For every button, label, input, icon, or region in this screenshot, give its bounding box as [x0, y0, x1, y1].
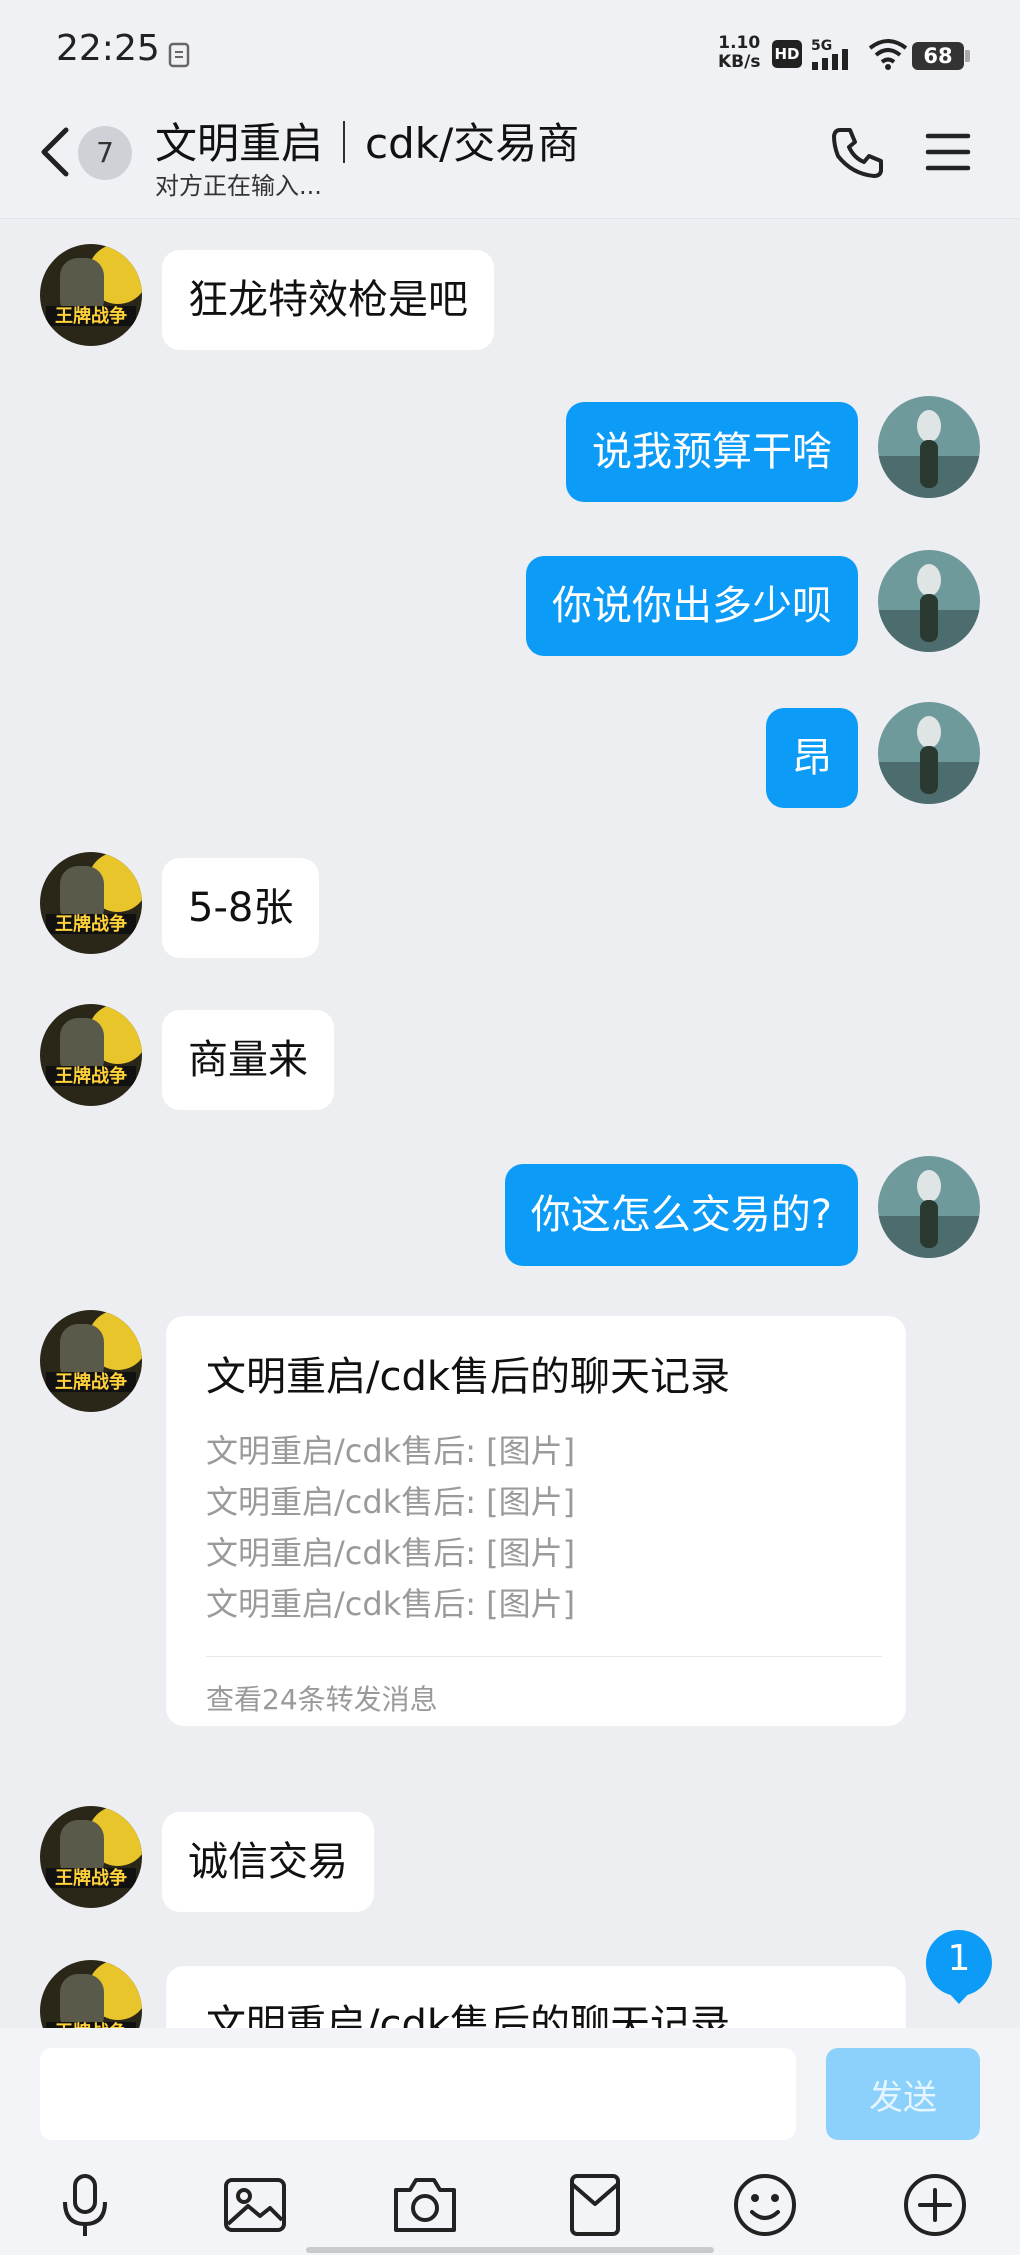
forwarded-chat-card[interactable]: 文明重启/cdk售后的聊天记录 文明重启/cdk售后: [图片] 文明重启/cd… — [166, 1316, 906, 1726]
battery-tip — [965, 50, 970, 62]
my-avatar[interactable] — [878, 396, 980, 498]
my-avatar[interactable] — [878, 1156, 980, 1258]
home-indicator[interactable] — [306, 2247, 714, 2253]
menu-icon[interactable] — [924, 130, 972, 174]
message-bubble-incoming[interactable]: 5-8张 — [162, 858, 320, 958]
chat-header: 7 文明重启｜cdk/交易商 对方正在输入... — [0, 100, 1020, 219]
svg-text:5G: 5G — [811, 38, 832, 54]
send-button[interactable]: 发送 — [826, 2048, 980, 2140]
message-input[interactable] — [40, 2048, 796, 2140]
forwarded-line: 文明重启/cdk售后: [图片] — [206, 1483, 576, 1521]
chat-title[interactable]: 文明重启｜cdk/交易商 — [155, 110, 579, 171]
status-time: 22:25 — [56, 28, 160, 69]
forwarded-line: 文明重启/cdk售后: [图片] — [206, 1585, 576, 1623]
contact-avatar[interactable]: 王牌战争 — [40, 1310, 142, 1412]
plus-icon[interactable] — [900, 2170, 970, 2240]
my-avatar[interactable] — [878, 550, 980, 652]
forwarded-card-divider — [206, 1656, 882, 1657]
unread-count-badge[interactable]: 7 — [78, 126, 132, 180]
message-bubble-outgoing[interactable]: 说我预算干啥 — [566, 402, 858, 502]
svg-text:王牌战争: 王牌战争 — [55, 305, 127, 327]
emoji-icon[interactable] — [730, 2170, 800, 2240]
phone-call-icon[interactable] — [830, 124, 886, 180]
back-arrow-icon[interactable] — [36, 124, 76, 180]
input-area: 发送 — [0, 2028, 1020, 2255]
message-bubble-outgoing[interactable]: 昂 — [766, 708, 858, 808]
forwarded-card-title: 文明重启/cdk售后的聊天记录 — [206, 1354, 731, 1400]
svg-text:王牌战争: 王牌战争 — [55, 1867, 127, 1889]
contact-avatar[interactable]: 王牌战争 — [40, 244, 142, 346]
message-bubble-incoming[interactable]: 诚信交易 — [162, 1812, 374, 1912]
image-icon[interactable] — [220, 2170, 290, 2240]
contact-avatar[interactable]: 王牌战争 — [40, 1806, 142, 1908]
message-bubble-incoming[interactable]: 商量来 — [162, 1010, 334, 1110]
message-bubble-outgoing[interactable]: 你这怎么交易的? — [504, 1164, 858, 1266]
camera-icon[interactable] — [390, 2170, 460, 2240]
message-bubble-incoming[interactable]: 狂龙特效枪是吧 — [162, 250, 494, 350]
wifi-icon — [868, 39, 908, 70]
forwarded-line: 文明重启/cdk售后: [图片] — [206, 1534, 576, 1572]
battery-indicator: 68 — [912, 42, 964, 70]
red-packet-icon[interactable] — [560, 2170, 630, 2240]
forwarded-card-footer: 查看24条转发消息 — [206, 1683, 438, 1716]
new-message-badge[interactable]: 1 — [924, 1928, 994, 2004]
signal-5g-icon: 5G — [811, 38, 848, 70]
message-bubble-outgoing[interactable]: 你说你出多少呗 — [526, 556, 858, 656]
hd-voice-icon: HD — [772, 40, 802, 68]
svg-text:王牌战争: 王牌战争 — [55, 1065, 127, 1087]
contact-avatar[interactable]: 王牌战争 — [40, 1004, 142, 1106]
contact-avatar[interactable]: 王牌战争 — [40, 852, 142, 954]
status-bar: 22:25 1.10 KB/s HD 5G 68 — [0, 0, 1020, 100]
svg-text:王牌战争: 王牌战争 — [55, 913, 127, 935]
forwarded-line: 文明重启/cdk售后: [图片] — [206, 1432, 576, 1470]
document-notification-icon — [168, 42, 190, 68]
network-speed: 1.10 KB/s — [718, 33, 761, 72]
svg-text:王牌战争: 王牌战争 — [55, 1371, 127, 1393]
my-avatar[interactable] — [878, 702, 980, 804]
typing-status: 对方正在输入... — [155, 172, 322, 200]
microphone-icon[interactable] — [50, 2170, 120, 2240]
